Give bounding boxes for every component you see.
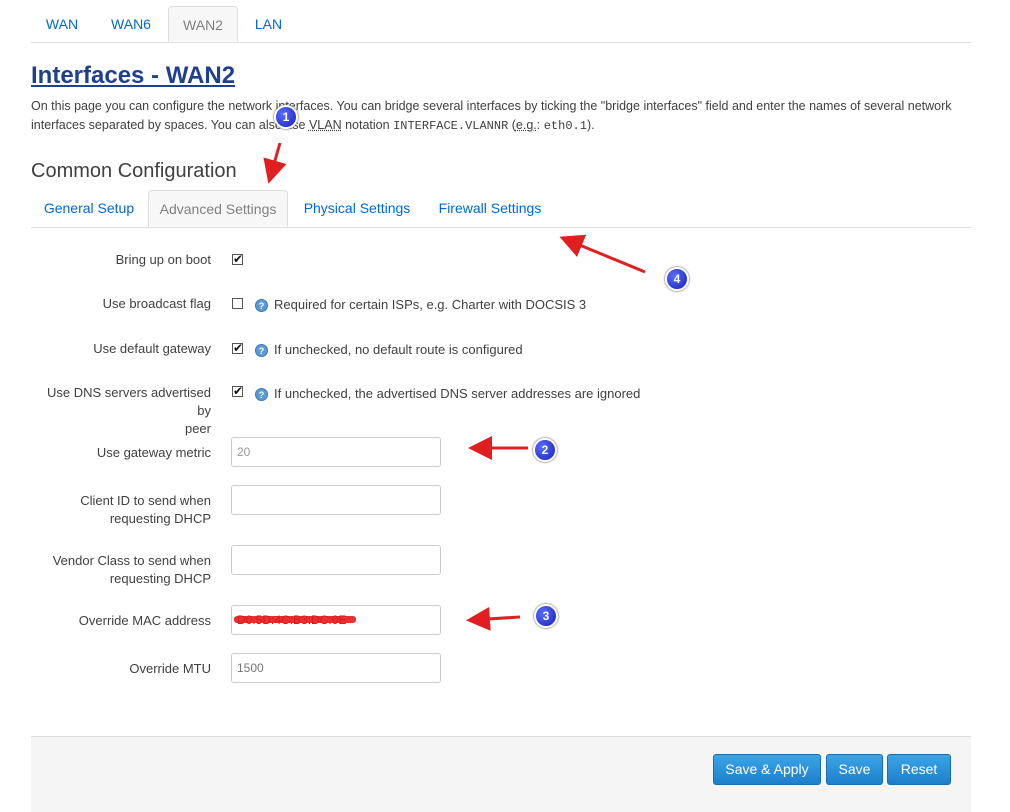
- annotation-arrows: [263, 142, 646, 631]
- annotation-marker-1: 1: [274, 105, 298, 129]
- annotation-marker-3: 3: [534, 604, 558, 628]
- annotation-marker-4: 4: [665, 267, 689, 291]
- arrow-3: [466, 606, 521, 631]
- arrow-1: [263, 142, 287, 184]
- annotation-marker-2: 2: [533, 438, 557, 462]
- arrow-4: [559, 234, 646, 274]
